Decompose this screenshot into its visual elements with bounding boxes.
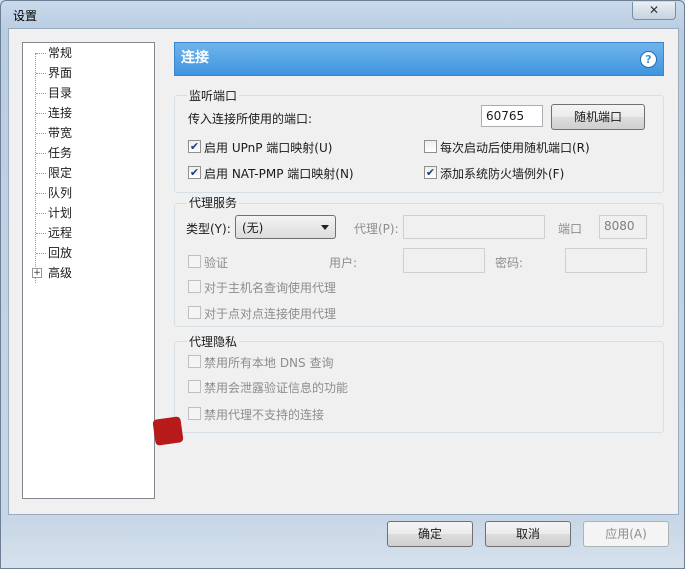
chevron-down-icon <box>321 225 329 230</box>
natpmp-checkbox[interactable]: ✔ <box>188 166 201 179</box>
dialog-client: 常规 界面 目录 连接 带宽 任务 限定 队列 计划 远程 回放 + 高级 连接… <box>8 28 679 515</box>
random-each-start-checkbox[interactable]: ✔ <box>424 140 437 153</box>
disable-leak-checkbox[interactable] <box>188 380 201 393</box>
proxy-type-label: 类型(Y): <box>186 222 231 236</box>
tree-item-label: 带宽 <box>48 126 73 140</box>
close-icon: ✕ <box>648 3 660 17</box>
privacy-group-title: 代理隐私 <box>187 333 240 350</box>
tree-item-label: 界面 <box>48 66 73 80</box>
tree-guide-line <box>35 53 36 283</box>
proxy-group-title: 代理服务 <box>187 194 240 211</box>
firewall-label: 添加系统防火墙例外(F) <box>440 167 565 181</box>
proxy-auth-label: 验证 <box>204 256 229 270</box>
proxy-type-value: (无) <box>242 221 264 235</box>
proxy-user-input[interactable] <box>403 248 485 273</box>
tree-item-label: 计划 <box>48 206 73 220</box>
upnp-checkbox[interactable]: ✔ <box>188 140 201 153</box>
watermark-seal-icon <box>152 416 184 446</box>
disable-dns-checkbox[interactable] <box>188 355 201 368</box>
page-header: 连接 ? <box>174 42 664 76</box>
random-each-start-label: 每次启动后使用随机端口(R) <box>440 141 590 155</box>
tree-item-label: 回放 <box>48 246 73 260</box>
listen-port-group-title: 监听端口 <box>187 87 240 104</box>
tree-item-label: 连接 <box>48 106 73 120</box>
port-label: 传入连接所使用的端口: <box>188 112 313 126</box>
tree-item-label: 任务 <box>48 146 73 160</box>
proxy-host-label: 代理(P): <box>354 222 399 236</box>
help-icon[interactable]: ? <box>640 51 657 68</box>
settings-tree: 常规 界面 目录 连接 带宽 任务 限定 队列 计划 远程 回放 + 高级 <box>22 42 155 499</box>
proxy-password-label: 密码: <box>495 256 524 270</box>
tree-item-label: 高级 <box>48 266 73 280</box>
proxy-port-input[interactable]: 8080 <box>599 215 647 239</box>
disable-unsupported-checkbox[interactable] <box>188 407 201 420</box>
proxy-p2p-checkbox[interactable] <box>188 306 201 319</box>
cancel-button[interactable]: 取消 <box>485 521 571 547</box>
proxy-auth-checkbox[interactable] <box>188 255 201 268</box>
proxy-hostname-checkbox[interactable] <box>188 280 201 293</box>
apply-button[interactable]: 应用(A) <box>583 521 669 547</box>
firewall-checkbox[interactable]: ✔ <box>424 166 437 179</box>
proxy-host-input[interactable] <box>403 215 545 239</box>
tree-item-label: 远程 <box>48 226 73 240</box>
close-button[interactable]: ✕ <box>632 2 676 20</box>
page-title: 连接 <box>181 50 209 66</box>
natpmp-label: 启用 NAT-PMP 端口映射(N) <box>204 167 354 181</box>
window-title: 设置 <box>13 9 38 23</box>
proxy-user-label: 用户: <box>329 256 358 270</box>
ok-button[interactable]: 确定 <box>387 521 473 547</box>
random-port-button[interactable]: 随机端口 <box>551 104 645 130</box>
port-input[interactable]: 60765 <box>481 105 543 127</box>
expand-plus-icon[interactable]: + <box>32 268 42 278</box>
tree-item-label: 队列 <box>48 186 73 200</box>
tree-item-label: 目录 <box>48 86 73 100</box>
disable-leak-label: 禁用会泄露验证信息的功能 <box>204 381 349 395</box>
proxy-hostname-label: 对于主机名查询使用代理 <box>204 281 337 295</box>
disable-unsupported-label: 禁用代理不支持的连接 <box>204 408 325 422</box>
tree-item-label: 限定 <box>48 166 73 180</box>
proxy-port-label: 端口 <box>558 222 583 236</box>
proxy-type-select[interactable]: (无) <box>235 215 336 239</box>
disable-dns-label: 禁用所有本地 DNS 查询 <box>204 356 334 370</box>
tree-item-label: 常规 <box>48 46 73 60</box>
upnp-label: 启用 UPnP 端口映射(U) <box>204 141 333 155</box>
proxy-p2p-label: 对于点对点连接使用代理 <box>204 307 337 321</box>
proxy-password-input[interactable] <box>565 248 647 273</box>
settings-window: 设置 ✕ 常规 界面 目录 连接 带宽 任务 限定 队列 计划 远程 回放 + … <box>0 0 685 569</box>
